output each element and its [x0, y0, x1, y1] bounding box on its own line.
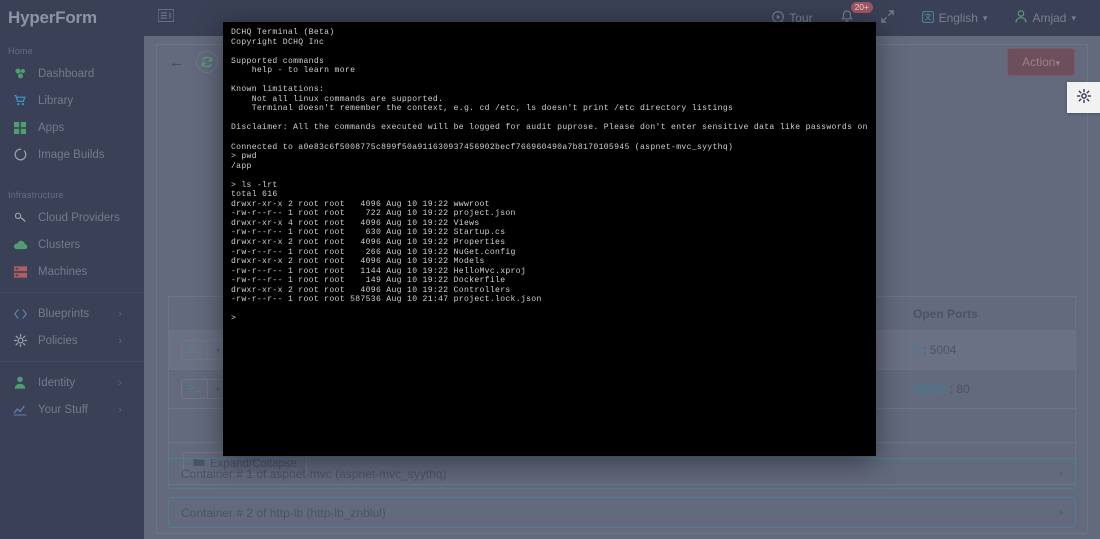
table-cell-ports: 32832 : 80 — [899, 382, 1075, 396]
chevron-right-icon: › — [118, 307, 122, 320]
user-label: Amjad — [1032, 11, 1067, 25]
container-accordion-label: Container # 2 of http-lb (http-lb_znblul… — [181, 505, 386, 520]
port-separator: : — [946, 382, 957, 396]
sidebar-item-blueprints[interactable]: Blueprints › — [0, 300, 144, 327]
terminal-output[interactable]: DCHQ Terminal (Beta) Copyright DCHQ Inc … — [223, 22, 876, 324]
sidebar-item-dashboard[interactable]: Dashboard — [0, 60, 144, 87]
server-icon — [10, 265, 30, 279]
sidebar-item-image-builds[interactable]: Image Builds — [0, 141, 144, 168]
action-button[interactable]: Action▾ — [1007, 48, 1075, 76]
user-avatar-icon — [1015, 10, 1027, 26]
chevron-down-icon: ▾ — [1071, 12, 1076, 23]
sidebar: HyperForm Home Dashboard Library Apps Im — [0, 0, 144, 539]
brand-logo[interactable]: HyperForm — [0, 0, 144, 36]
sidebar-item-identity[interactable]: Identity › — [0, 369, 144, 396]
sidebar-item-label: Your Stuff — [38, 403, 88, 416]
terminal-icon[interactable]: >_ — [182, 380, 208, 398]
sidebar-item-machines[interactable]: Machines — [0, 258, 144, 285]
container-accordion-label: Container # 1 of aspnet-mvc (aspnet-mvc_… — [181, 466, 447, 481]
chevron-right-icon: › — [1059, 467, 1063, 480]
sidebar-item-label: Dashboard — [38, 67, 95, 80]
sidebar-item-label: Identity — [38, 376, 76, 389]
code-icon — [10, 307, 30, 321]
terminal-modal[interactable]: DCHQ Terminal (Beta) Copyright DCHQ Inc … — [223, 22, 876, 456]
chevron-right-icon: › — [118, 403, 122, 416]
user-menu[interactable]: Amjad ▾ — [1001, 0, 1090, 36]
key-icon — [10, 211, 30, 225]
sidebar-item-label: Clusters — [38, 238, 81, 251]
hamburger-icon[interactable] — [157, 8, 175, 27]
container-accordion-list: Container # 1 of aspnet-mvc (aspnet-mvc_… — [168, 458, 1076, 539]
sidebar-item-apps[interactable]: Apps — [0, 114, 144, 141]
sidebar-item-label: Apps — [38, 121, 65, 134]
sidebar-item-label: Blueprints — [38, 307, 90, 320]
sidebar-item-clusters[interactable]: Clusters — [0, 231, 144, 258]
container-accordion-1[interactable]: Container # 1 of aspnet-mvc (aspnet-mvc_… — [168, 458, 1076, 489]
sidebar-divider — [0, 361, 144, 362]
port-separator: : — [919, 343, 930, 357]
sidebar-item-label: Machines — [38, 265, 88, 278]
sidebar-section-infrastructure: Infrastructure — [8, 190, 64, 200]
table-col-open-ports: Open Ports — [913, 306, 978, 321]
app-root: HyperForm Home Dashboard Library Apps Im — [0, 0, 1100, 539]
back-arrow-icon[interactable]: ← — [169, 54, 184, 71]
sidebar-item-your-stuff[interactable]: Your Stuff › — [0, 396, 144, 423]
port-host: 32832 — [913, 382, 947, 396]
expand-icon — [880, 10, 894, 26]
chevron-right-icon: › — [118, 376, 122, 389]
spinner-icon — [10, 148, 30, 162]
sidebar-section-home: Home — [8, 46, 33, 56]
action-label: Action — [1022, 55, 1056, 69]
language-selector[interactable]: English ▾ — [908, 0, 1002, 36]
chevron-down-icon: ▾ — [982, 12, 988, 23]
dashboard-icon — [10, 67, 30, 81]
port-container: 80 — [956, 382, 970, 396]
gear-icon — [10, 334, 30, 348]
terminal-split-button[interactable]: >_ ▾ — [181, 379, 229, 399]
cart-icon — [10, 94, 30, 108]
terminal-split-button[interactable]: >_ ▾ — [181, 340, 229, 360]
chart-icon — [10, 403, 30, 417]
port-host: 0 — [913, 343, 920, 357]
port-container: 5004 — [929, 343, 957, 357]
chevron-right-icon: › — [1059, 506, 1063, 519]
sidebar-item-cloud-providers[interactable]: Cloud Providers — [0, 204, 144, 231]
sidebar-item-label: Image Builds — [38, 148, 105, 161]
gear-icon — [1076, 88, 1091, 106]
table-cell-ports: 0 : 5004 — [899, 343, 1075, 357]
container-accordion-2[interactable]: Container # 2 of http-lb (http-lb_znblul… — [168, 497, 1076, 528]
sidebar-divider — [0, 292, 144, 293]
terminal-icon[interactable]: >_ — [182, 341, 208, 359]
settings-tab-button[interactable] — [1067, 82, 1100, 113]
refresh-icon[interactable] — [196, 51, 218, 73]
chevron-right-icon: › — [118, 334, 122, 347]
grid-icon — [10, 121, 30, 135]
sidebar-item-library[interactable]: Library — [0, 87, 144, 114]
sidebar-item-policies[interactable]: Policies › — [0, 327, 144, 354]
sidebar-item-label: Library — [38, 94, 74, 107]
user-icon — [10, 376, 30, 390]
language-label: English — [938, 11, 978, 25]
chevron-down-icon: ▾ — [1055, 58, 1060, 68]
cloud-icon — [10, 238, 30, 252]
sidebar-item-label: Policies — [38, 334, 78, 347]
sidebar-item-label: Cloud Providers — [38, 211, 120, 224]
language-icon — [921, 10, 934, 26]
